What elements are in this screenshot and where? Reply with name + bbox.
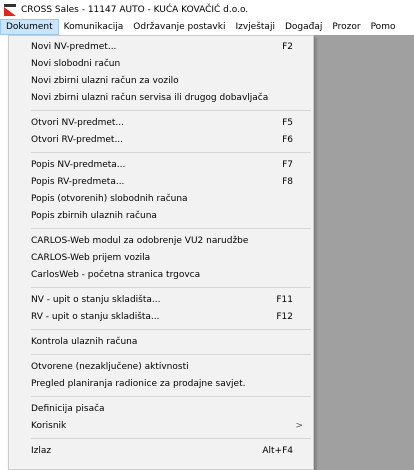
menu-item[interactable]: NV - upit o stanju skladišta... F11: [9, 292, 313, 309]
menu-item[interactable]: RV - upit o stanju skladišta... F12: [9, 309, 313, 326]
menu-prozor[interactable]: Prozor: [327, 19, 365, 35]
menu-bar: Dokument Komunikacija Održavanje postavki I…: [0, 19, 414, 35]
menu-komunikacija[interactable]: Komunikacija: [59, 19, 129, 35]
menu-item-shortcut: F2: [282, 42, 293, 52]
menu-item-label: Otvori RV-predmet...: [31, 135, 124, 145]
menu-item[interactable]: Izlaz Alt+F4: [9, 443, 313, 460]
menu-separator: [31, 228, 311, 229]
menu-item[interactable]: Korisnik >: [9, 418, 313, 435]
menu-item-label: RV - upit o stanju skladišta...: [31, 312, 160, 322]
menu-item[interactable]: Novi zbirni ulazni račun servisa ili dru…: [9, 90, 313, 107]
menu-item-label: Popis zbirnih ulaznih računa: [31, 211, 157, 221]
menu-doga-aj[interactable]: Događaj: [280, 19, 327, 35]
menu-item-label: NV - upit o stanju skladišta...: [31, 295, 161, 305]
menu-item[interactable]: CARLOS-Web prijem vozila: [9, 250, 313, 267]
menu-item-label: Kontrola ulaznih računa: [31, 337, 138, 347]
menu-item[interactable]: Popis zbirnih ulaznih računa: [9, 208, 313, 225]
menu-item-label: Popis RV-predmeta...: [31, 177, 125, 187]
menu-item-label: Otvori NV-predmet...: [31, 118, 124, 128]
menu-item-label: Korisnik: [31, 421, 67, 431]
menu-item[interactable]: Popis (otvorenih) slobodnih računa: [9, 191, 313, 208]
menu-separator: [31, 438, 311, 439]
menu-item-shortcut: F12: [276, 312, 293, 322]
chevron-right-icon: >: [295, 421, 303, 431]
menu-dokument[interactable]: Dokument: [0, 19, 59, 35]
menu-item-label: Novi zbirni ulazni račun za vozilo: [31, 76, 179, 86]
menu-item[interactable]: Otvori RV-predmet... F6: [9, 132, 313, 149]
menu-item-label: Novi slobodni račun: [31, 59, 121, 69]
menu-item-label: Otvorene (nezaključene) aktivnosti: [31, 362, 189, 372]
menu-item-label: Izlaz: [31, 446, 52, 456]
menu-item-label: Novi zbirni ulazni račun servisa ili dru…: [31, 93, 269, 103]
menu-item-label: CarlosWeb - početna stranica trgovca: [31, 270, 201, 280]
menu-separator: [31, 396, 311, 397]
menu-separator: [31, 152, 311, 153]
menu-item[interactable]: Definicija pisača: [9, 401, 313, 418]
menu-item-label: Popis NV-predmeta...: [31, 160, 126, 170]
menu-item[interactable]: Otvori NV-predmet... F5: [9, 115, 313, 132]
menu-item-label: Novi NV-predmet...: [31, 42, 117, 52]
menu-item-shortcut: F8: [282, 177, 293, 187]
menu-izvje-taji[interactable]: Izvještaji: [230, 19, 279, 35]
menu-separator: [31, 110, 311, 111]
menu-item[interactable]: Novi zbirni ulazni račun za vozilo: [9, 73, 313, 90]
app-logo-icon: [4, 3, 16, 16]
left-border: [0, 35, 8, 470]
title-bar: CROSS Sales - 11147 AUTO - KUĆA KOVAČIĆ …: [0, 0, 414, 19]
workspace-area: [314, 35, 414, 470]
menu-pomo[interactable]: Pomo: [366, 19, 401, 35]
menu-item-label: Pregled planiranja radionice za prodajne…: [31, 379, 246, 389]
menu-item-shortcut: F5: [282, 118, 293, 128]
menu-item[interactable]: Pregled planiranja radionice za prodajne…: [9, 376, 313, 393]
menu-item[interactable]: Popis RV-predmeta... F8: [9, 174, 313, 191]
menu-item-label: CARLOS-Web modul za odobrenje VU2 narudž…: [31, 236, 249, 246]
menu-item[interactable]: CARLOS-Web modul za odobrenje VU2 narudž…: [9, 233, 313, 250]
menu-item[interactable]: Novi NV-predmet... F2: [9, 39, 313, 56]
menu-separator: [31, 287, 311, 288]
menu-item[interactable]: Popis NV-predmeta... F7: [9, 157, 313, 174]
menu-separator: [31, 329, 311, 330]
menu-item-label: Definicija pisača: [31, 404, 105, 414]
window-title: CROSS Sales - 11147 AUTO - KUĆA KOVAČIĆ …: [21, 4, 249, 15]
menu-item[interactable]: Otvorene (nezaključene) aktivnosti: [9, 359, 313, 376]
menu-odr-avanje-postavki[interactable]: Održavanje postavki: [128, 19, 230, 35]
menu-item[interactable]: Novi slobodni račun: [9, 56, 313, 73]
menu-item[interactable]: Kontrola ulaznih računa: [9, 334, 313, 351]
menu-item-shortcut: F6: [282, 135, 293, 145]
menu-separator: [31, 354, 311, 355]
menu-item-label: Popis (otvorenih) slobodnih računa: [31, 194, 188, 204]
menu-item-shortcut: F11: [276, 295, 293, 305]
menu-item-label: CARLOS-Web prijem vozila: [31, 253, 151, 263]
menu-item-shortcut: F7: [282, 160, 293, 170]
dokument-dropdown-menu: Novi NV-predmet... F2 Novi slobodni račun N…: [8, 35, 314, 470]
menu-item[interactable]: CarlosWeb - početna stranica trgovca: [9, 267, 313, 284]
menu-item-shortcut: Alt+F4: [262, 446, 293, 456]
